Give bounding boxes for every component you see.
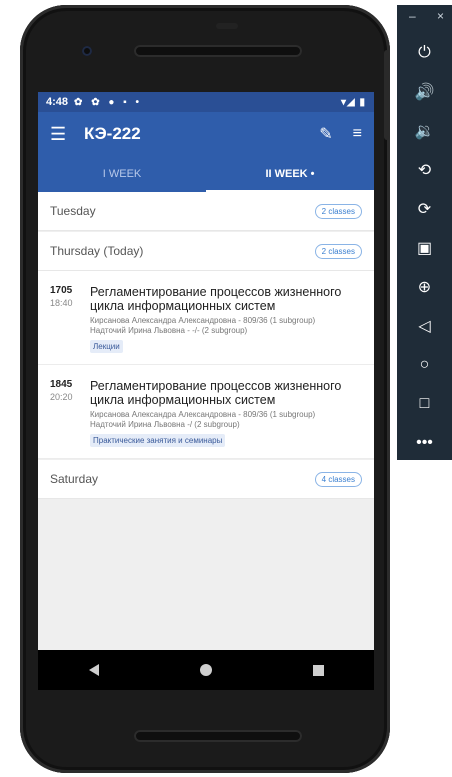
android-nav-bar: [38, 650, 374, 690]
device-screen: 4:48 ✿ ✿ ● ▪ • ▾◢ ▮ ☰ КЭ-222 ✎ ≡ I WEEK …: [38, 92, 374, 650]
tab-week-1[interactable]: I WEEK: [38, 156, 206, 192]
tab-indicator: [206, 190, 374, 192]
day-name: Saturday: [50, 472, 99, 486]
power-icon[interactable]: ⏻: [397, 33, 452, 72]
notification-icons: ✿ ✿ ● ▪ •: [74, 96, 142, 108]
home-icon[interactable]: ○: [397, 345, 452, 384]
close-icon[interactable]: ×: [437, 9, 444, 23]
rotate-right-icon[interactable]: ⟳: [397, 189, 452, 228]
lesson-details: Регламентирование процессов жизненного ц…: [90, 285, 362, 354]
camera-icon[interactable]: ▣: [397, 228, 452, 267]
lesson-end-time: 20:20: [50, 392, 73, 402]
proximity-sensor: [216, 23, 238, 29]
day-row-tuesday[interactable]: Tuesday 2 classes: [38, 192, 374, 231]
app-bar: ☰ КЭ-222 ✎ ≡: [38, 112, 374, 156]
status-time: 4:48: [46, 96, 69, 108]
minimize-icon[interactable]: –: [409, 9, 416, 23]
more-icon[interactable]: •••: [397, 423, 452, 462]
lesson-name: Регламентирование процессов жизненного ц…: [90, 285, 342, 313]
overview-icon[interactable]: □: [397, 384, 452, 423]
page-title: КЭ-222: [84, 124, 141, 143]
lesson-teacher: Кирсанова Александра Александровна - 809…: [90, 316, 316, 325]
day-row-thursday[interactable]: Thursday (Today) 2 classes: [38, 232, 374, 271]
lesson-times: 1705 18:40: [50, 285, 90, 354]
lesson-end-time: 18:40: [50, 298, 73, 308]
day-row-saturday[interactable]: Saturday 4 classes: [38, 460, 374, 499]
nav-back-icon[interactable]: [88, 664, 99, 676]
lesson-name: Регламентирование процессов жизненного ц…: [90, 379, 342, 407]
day-name: Tuesday: [50, 204, 96, 218]
rotate-left-icon[interactable]: ⟲: [397, 150, 452, 189]
tab-week-2[interactable]: II WEEK •: [206, 156, 374, 192]
volume-down-icon[interactable]: 🔉: [397, 111, 452, 150]
week-tabs: I WEEK II WEEK •: [38, 156, 374, 192]
lesson-type-tag: Практические занятия и семинары: [90, 434, 226, 447]
lesson-teacher: Кирсанова Александра Александровна - 809…: [90, 410, 316, 419]
lesson-item[interactable]: 1705 18:40 Регламентирование процессов ж…: [38, 271, 374, 365]
classes-badge: 2 classes: [314, 203, 362, 219]
status-bar: 4:48 ✿ ✿ ● ▪ • ▾◢ ▮: [38, 92, 374, 112]
nav-home-icon[interactable]: [199, 664, 212, 676]
front-camera: [82, 46, 92, 56]
lesson-start-time: 1845: [50, 379, 73, 390]
lesson-teacher: Надточий Ирина Львовна -/ (2 subgroup): [90, 420, 240, 429]
back-icon[interactable]: ◁: [397, 306, 452, 345]
emulator-toolbar: – × ⏻ 🔊 🔉 ⟲ ⟳ ▣ ⊕ ◁ ○ □ •••: [397, 5, 452, 460]
lesson-item[interactable]: 1845 20:20 Регламентирование процессов ж…: [38, 365, 374, 459]
lesson-type-tag: Лекции: [90, 340, 123, 353]
lesson-details: Регламентирование процессов жизненного ц…: [90, 379, 362, 448]
signal-battery-icons: ▾◢ ▮: [341, 96, 366, 108]
phone-side-button: [384, 50, 390, 140]
edit-pencil-icon[interactable]: ✎: [319, 124, 332, 144]
nav-recent-apps-icon[interactable]: [312, 664, 324, 676]
lesson-start-time: 1705: [50, 285, 73, 296]
day-name: Thursday (Today): [50, 244, 144, 258]
lesson-teacher: Надточий Ирина Львовна - -/- (2 subgroup…: [90, 326, 248, 335]
classes-badge: 2 classes: [314, 243, 362, 259]
lesson-times: 1845 20:20: [50, 379, 90, 448]
earpiece-speaker: [134, 45, 302, 57]
bottom-speaker: [134, 730, 302, 742]
menu-icon[interactable]: ☰: [50, 124, 84, 145]
filter-settings-icon[interactable]: ≡: [353, 125, 362, 143]
emulator-window-controls: – ×: [397, 5, 452, 23]
volume-up-icon[interactable]: 🔊: [397, 72, 452, 111]
zoom-icon[interactable]: ⊕: [397, 267, 452, 306]
classes-badge: 4 classes: [314, 471, 362, 487]
